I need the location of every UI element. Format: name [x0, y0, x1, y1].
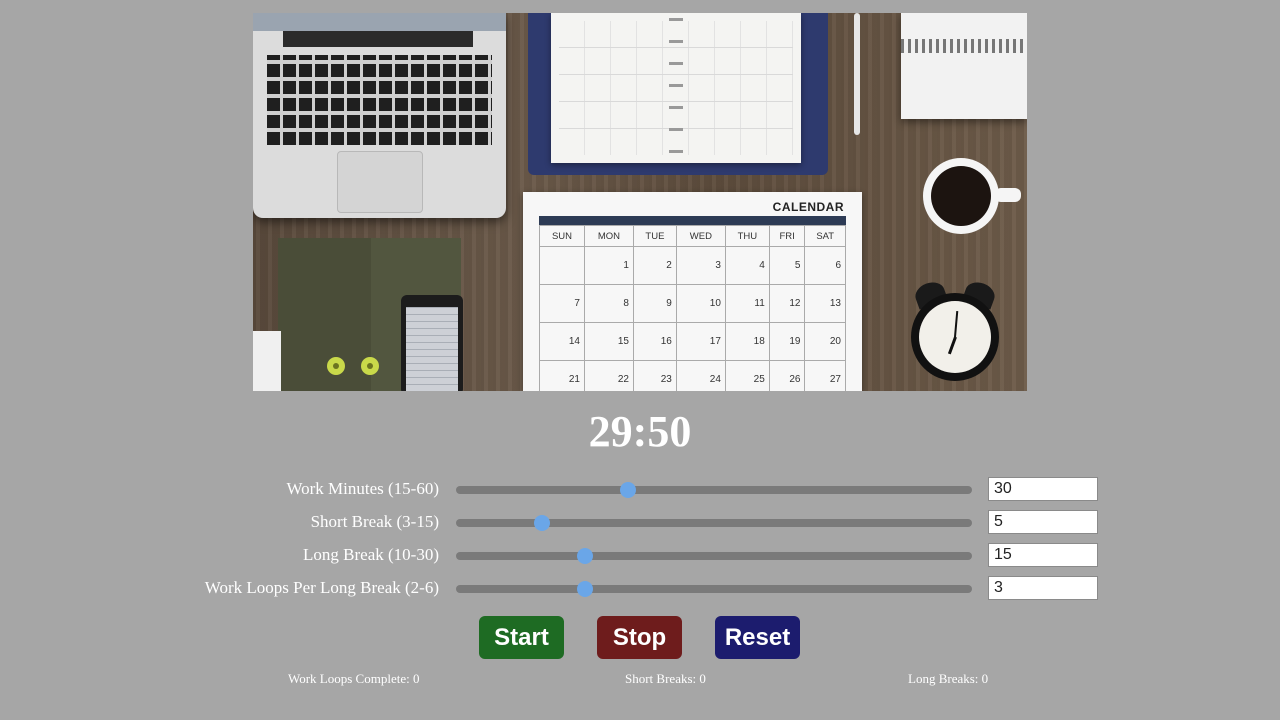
calendar-day-cell: 16	[632, 322, 677, 361]
calendar-week-row: 21 22 23 24 25 26 27	[539, 360, 846, 391]
phone-illustration	[401, 295, 463, 391]
calendar-day-cell: 3	[675, 246, 726, 285]
calendar-day-cell: 18	[724, 322, 770, 361]
start-button[interactable]: Start	[479, 616, 564, 659]
calendar-day-cell: 2	[632, 246, 677, 285]
calendar-week-row: 14 15 16 17 18 19 20	[539, 322, 846, 361]
work-loops-slider[interactable]	[456, 581, 972, 597]
work-loops-complete-stat: Work Loops Complete: 0	[288, 671, 420, 686]
work-minutes-slider[interactable]	[456, 482, 972, 498]
long-breaks-stat: Long Breaks: 0	[908, 671, 989, 686]
calendar-day-cell: 19	[768, 322, 806, 361]
hero-image: CALENDAR SUN MON TUE WED THU FRI SAT 123…	[253, 13, 1027, 391]
slider-thumb[interactable]	[577, 548, 593, 564]
calendar-weekday: WED	[675, 225, 726, 247]
timer-display: 29:50	[588, 407, 692, 456]
setting-label: Long Break (10-30)	[303, 545, 439, 564]
calendar-day-cell: 12	[768, 284, 806, 323]
setting-label: Work Minutes (15-60)	[286, 479, 439, 498]
calendar-day-cell: 21	[539, 360, 585, 391]
slider-thumb[interactable]	[534, 515, 550, 531]
calendar-day-cell: 6	[804, 246, 846, 285]
calendar-week-row: 7 8 9 10 11 12 13	[539, 284, 846, 323]
calendar-day-cell: 15	[583, 322, 634, 361]
calendar-weekday: TUE	[632, 225, 677, 247]
long-break-input[interactable]	[988, 543, 1098, 567]
work-loops-input[interactable]	[988, 576, 1098, 600]
calendar-day-cell: 22	[583, 360, 634, 391]
calendar-week-row: 123456	[539, 246, 846, 285]
coffee-cup-illustration	[923, 158, 1021, 234]
long-break-slider[interactable]	[456, 548, 972, 564]
calendar-weekday: FRI	[768, 225, 806, 247]
calendar-day-cell: 13	[804, 284, 846, 323]
short-break-slider[interactable]	[456, 515, 972, 531]
calendar-day-cell: 11	[724, 284, 770, 323]
setting-work-minutes: Work Minutes (15-60)	[0, 475, 1280, 505]
calendar-day-cell: 4	[724, 246, 770, 285]
setting-label: Short Break (3-15)	[310, 512, 439, 531]
paper-edge-illustration	[253, 331, 281, 391]
reset-button[interactable]: Reset	[715, 616, 800, 659]
short-break-input[interactable]	[988, 510, 1098, 534]
calendar-day-cell: 27	[804, 360, 846, 391]
calendar-day-cell: 25	[724, 360, 770, 391]
setting-label: Work Loops Per Long Break (2-6)	[204, 578, 439, 597]
pomodoro-app: CALENDAR SUN MON TUE WED THU FRI SAT 123…	[0, 0, 1280, 720]
slider-thumb[interactable]	[577, 581, 593, 597]
calendar-illustration: CALENDAR SUN MON TUE WED THU FRI SAT 123…	[523, 192, 862, 391]
calendar-weekday: SAT	[804, 225, 846, 247]
calendar-weekday: MON	[583, 225, 634, 247]
earbud-illustration	[361, 357, 379, 375]
notepad-illustration	[901, 13, 1027, 119]
calendar-day-cell: 20	[804, 322, 846, 361]
calendar-day-cell: 10	[675, 284, 726, 323]
stop-button[interactable]: Stop	[597, 616, 682, 659]
earbud-illustration	[327, 357, 345, 375]
calendar-grid: SUN MON TUE WED THU FRI SAT 1 2 3 4 5 6 7 8 9 10 1…	[539, 225, 846, 391]
calendar-title: CALENDAR	[772, 200, 844, 214]
calendar-weekday: THU	[724, 225, 770, 247]
pen-illustration	[854, 13, 860, 135]
setting-short-break: Short Break (3-15)	[0, 508, 1280, 538]
calendar-weekday: SUN	[539, 225, 585, 247]
calendar-day-cell: 26	[768, 360, 806, 391]
calendar-day-cell: 8	[583, 284, 634, 323]
calendar-day-cell: 5	[768, 246, 806, 285]
calendar-day-cell	[539, 246, 585, 285]
calendar-day-cell: 23	[632, 360, 677, 391]
laptop-illustration	[253, 13, 506, 218]
setting-work-loops: Work Loops Per Long Break (2-6)	[0, 574, 1280, 604]
calendar-day-cell: 1	[583, 246, 634, 285]
alarm-clock-illustration	[911, 278, 999, 381]
setting-long-break: Long Break (10-30)	[0, 541, 1280, 571]
planner-illustration	[551, 13, 801, 163]
short-breaks-stat: Short Breaks: 0	[625, 671, 706, 686]
calendar-day-cell: 24	[675, 360, 726, 391]
work-minutes-input[interactable]	[988, 477, 1098, 501]
calendar-day-cell: 17	[675, 322, 726, 361]
calendar-day-cell: 7	[539, 284, 585, 323]
slider-thumb[interactable]	[620, 482, 636, 498]
calendar-day-cell: 14	[539, 322, 585, 361]
calendar-day-cell: 9	[632, 284, 677, 323]
